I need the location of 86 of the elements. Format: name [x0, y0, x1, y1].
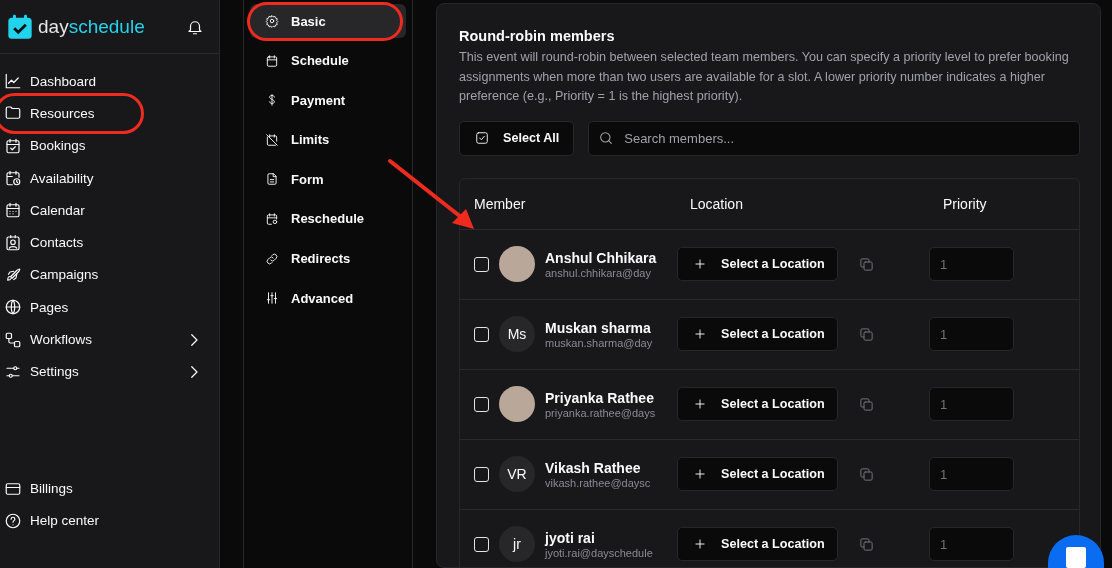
equalizer-icon: [265, 291, 279, 306]
calendar-clock-icon: [4, 169, 22, 188]
copy-icon[interactable]: [859, 536, 874, 552]
contact-card-icon: [4, 233, 22, 252]
copy-icon[interactable]: [859, 256, 874, 272]
sidebar-item[interactable]: Settings: [0, 355, 219, 388]
sidebar-item[interactable]: Bookings: [0, 129, 219, 162]
member-email: muskan.sharma@day: [545, 336, 653, 349]
settings-tab[interactable]: Schedule: [250, 43, 406, 78]
member-name: Vikash Rathee: [545, 459, 642, 476]
sidebar-item[interactable]: Help center: [0, 504, 219, 537]
settings-tab[interactable]: Limits: [250, 122, 406, 157]
copy-icon[interactable]: [859, 326, 874, 342]
link-icon: [265, 251, 279, 266]
avatar-initials: VR: [499, 456, 535, 492]
member-name: jyoti rai: [545, 529, 596, 546]
column-header: Priority: [942, 195, 988, 212]
plus-icon: [693, 327, 707, 341]
avatar-placeholder: [499, 246, 535, 282]
avatar-initials: jr: [499, 526, 535, 562]
column-header: Location: [689, 195, 744, 212]
help-icon: [4, 511, 22, 530]
gear-icon: [265, 14, 279, 28]
row-checkbox[interactable]: [474, 256, 489, 272]
settings-tab[interactable]: Basic: [250, 4, 406, 38]
row-checkbox[interactable]: [474, 326, 489, 342]
section-title: Round-robin members: [459, 28, 616, 44]
search-field[interactable]: Search members...: [588, 120, 1080, 156]
sidebar-item[interactable]: Billings: [0, 472, 219, 505]
copy-icon[interactable]: [859, 466, 874, 482]
sidebar-item[interactable]: Calendar: [0, 194, 219, 227]
rocket-icon: [4, 265, 22, 284]
select-location-button[interactable]: Select a Location: [677, 387, 838, 421]
priority-input[interactable]: 1: [929, 387, 1014, 421]
member-email: vikash.rathee@daysc: [545, 476, 651, 489]
settings-tab[interactable]: Payment: [250, 83, 406, 118]
member-name: Priyanka Rathee: [545, 389, 655, 406]
plus-icon: [693, 397, 707, 411]
select-location-button[interactable]: Select a Location: [677, 247, 838, 281]
settings-tab[interactable]: Form: [250, 162, 406, 197]
plus-icon: [693, 467, 707, 481]
priority-input[interactable]: 1: [929, 247, 1014, 281]
calendar-check-icon: [4, 136, 22, 155]
avatar-placeholder: [499, 386, 535, 422]
select-location-button[interactable]: Select a Location: [677, 457, 838, 491]
priority-input[interactable]: 1: [929, 527, 1014, 561]
sidebar-item[interactable]: Dashboard: [0, 65, 219, 98]
calendar-icon: [4, 201, 22, 220]
sidebar-item[interactable]: Resources: [0, 97, 219, 130]
member-name: Anshul Chhikara: [545, 249, 657, 266]
sidebar-item[interactable]: Campaigns: [0, 258, 219, 292]
section-description: This event will round-robin between selected team members. You can specify a priority level to prefer booking assignments when more than two users are available for a slot. A lower priority number indicates a higher preference (e.g., Priority = 1 is the highest priority).: [459, 49, 1070, 105]
member-email: anshul.chhikara@day: [545, 266, 652, 279]
calendar-gear-icon: [265, 211, 279, 226]
priority-input[interactable]: 1: [929, 317, 1014, 351]
priority-input[interactable]: 1: [929, 457, 1014, 491]
member-email: jyoti.rai@dayschedule: [545, 546, 653, 559]
sidebar-item[interactable]: Pages: [0, 291, 219, 324]
checkbox-icon: [475, 131, 489, 145]
calendar-check-icon: [6, 12, 34, 41]
member-name: Muskan sharma: [545, 319, 652, 336]
document-icon: [265, 172, 279, 187]
globe-icon: [4, 298, 22, 317]
settings-tab[interactable]: Redirects: [250, 241, 406, 276]
brand-name[interactable]: dayschedule: [38, 15, 145, 38]
sidebar-item[interactable]: Availability: [0, 161, 219, 195]
row-checkbox[interactable]: [474, 466, 489, 482]
calendar-icon: [265, 53, 279, 68]
column-header: Member: [473, 195, 527, 212]
sidebar-item[interactable]: Contacts: [0, 226, 219, 259]
plus-icon: [693, 257, 707, 271]
row-checkbox[interactable]: [474, 536, 489, 552]
settings-tab[interactable]: Reschedule: [250, 201, 406, 236]
select-all-button[interactable]: Select All: [459, 120, 575, 156]
copy-icon[interactable]: [859, 396, 874, 412]
plus-icon: [693, 537, 707, 551]
calendar-off-icon: [265, 132, 279, 147]
chart-icon: [4, 72, 22, 91]
member-email: priyanka.rathee@days: [545, 406, 656, 419]
settings-tab[interactable]: Advanced: [250, 281, 406, 316]
select-location-button[interactable]: Select a Location: [677, 527, 838, 561]
avatar-initials: Ms: [499, 316, 535, 352]
sidebar-item[interactable]: Workflows: [0, 323, 219, 356]
select-location-button[interactable]: Select a Location: [677, 317, 838, 351]
workflow-icon: [4, 330, 22, 349]
row-checkbox[interactable]: [474, 396, 489, 412]
